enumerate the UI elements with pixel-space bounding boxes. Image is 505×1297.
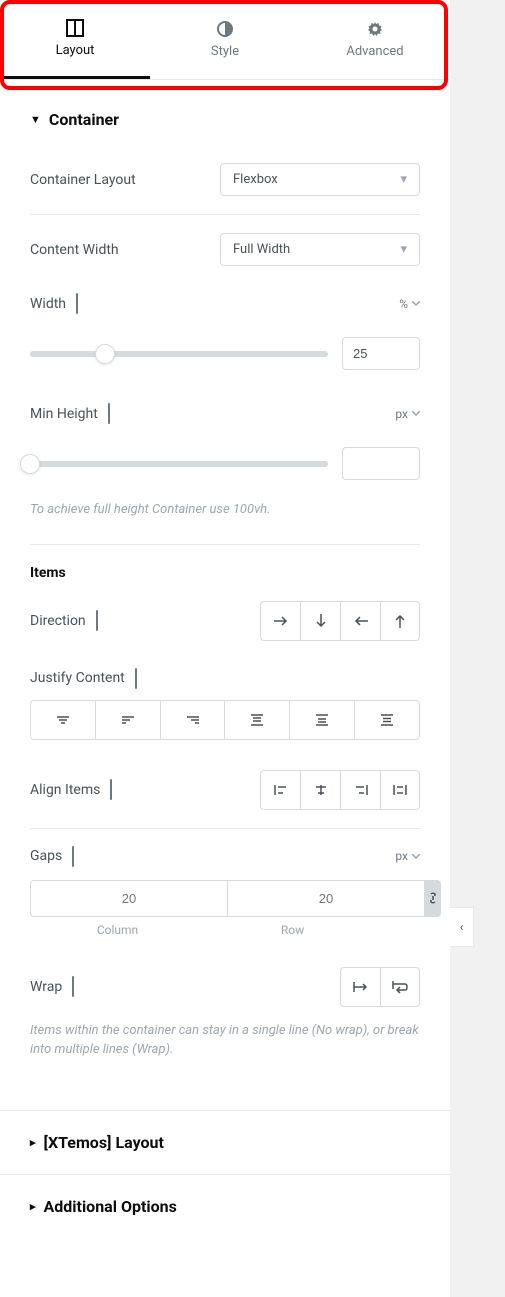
wrap-hint: Items within the container can stay in a… [30, 1021, 420, 1080]
align-items-label: Align Items [30, 782, 100, 798]
wrap-label: Wrap [30, 979, 62, 995]
gap-row-label: Row [205, 923, 380, 937]
select-value: Flexbox [233, 172, 278, 187]
wrap-button[interactable] [380, 967, 420, 1007]
width-unit-selector[interactable]: % [399, 297, 420, 311]
slider-thumb[interactable] [20, 454, 40, 474]
content-width-label: Content Width [30, 242, 119, 258]
divider [30, 214, 420, 215]
device-icon[interactable] [110, 780, 112, 799]
justify-content-buttons [30, 700, 420, 740]
device-icon[interactable] [108, 404, 110, 423]
caret-down-icon: ▾ [400, 242, 407, 257]
content-width-select[interactable]: Full Width ▾ [220, 233, 420, 266]
direction-column-button[interactable] [300, 601, 340, 641]
section-xtemos-layout[interactable]: ▸ [XTemos] Layout [0, 1110, 450, 1174]
direction-label: Direction [30, 613, 86, 629]
gap-column-label: Column [30, 923, 205, 937]
direction-buttons [260, 601, 420, 641]
unit-value: px [395, 407, 408, 421]
chevron-right-icon: ▸ [30, 1136, 36, 1149]
min-height-input[interactable] [342, 447, 420, 480]
caret-down-icon: ▾ [400, 172, 407, 187]
align-end-button[interactable] [340, 770, 380, 810]
gap-row-input[interactable] [227, 880, 425, 917]
width-slider[interactable] [30, 351, 328, 357]
unit-value: px [395, 849, 408, 863]
device-icon[interactable] [72, 847, 74, 866]
layout-icon [66, 19, 84, 37]
tab-advanced[interactable]: Advanced [300, 0, 450, 79]
divider [30, 544, 420, 545]
justify-start-button[interactable] [30, 700, 95, 740]
container-layout-select[interactable]: Flexbox ▾ [220, 163, 420, 196]
chevron-left-icon: ‹ [460, 920, 464, 934]
gaps-label: Gaps [30, 848, 62, 864]
gaps-unit-selector[interactable]: px [395, 849, 420, 863]
gap-link-button[interactable] [425, 880, 441, 917]
panel-tabs: Layout Style Advanced [0, 0, 450, 80]
min-height-unit-selector[interactable]: px [395, 407, 420, 421]
tab-label: Layout [56, 43, 95, 58]
direction-column-reverse-button[interactable] [380, 601, 420, 641]
select-value: Full Width [233, 242, 290, 257]
nowrap-button[interactable] [340, 967, 380, 1007]
align-items-buttons [260, 770, 420, 810]
unit-value: % [399, 297, 408, 311]
chevron-down-icon: ▼ [30, 113, 41, 126]
style-icon [216, 20, 234, 38]
device-icon[interactable] [76, 294, 78, 313]
width-input[interactable] [342, 337, 420, 370]
divider [30, 828, 420, 829]
justify-end-button[interactable] [160, 700, 225, 740]
direction-row-reverse-button[interactable] [340, 601, 380, 641]
min-height-slider[interactable] [30, 461, 328, 467]
panel-toggle-button[interactable]: ‹ [450, 907, 474, 947]
tab-label: Advanced [346, 44, 403, 59]
min-height-hint: To achieve full height Container use 100… [30, 500, 420, 540]
container-layout-label: Container Layout [30, 172, 136, 188]
align-stretch-button[interactable] [380, 770, 420, 810]
device-icon[interactable] [72, 977, 74, 996]
min-height-label: Min Height [30, 406, 98, 422]
direction-row-button[interactable] [260, 601, 300, 641]
slider-thumb[interactable] [95, 344, 115, 364]
chevron-right-icon: ▸ [30, 1200, 36, 1213]
section-title-text: [XTemos] Layout [44, 1133, 164, 1152]
device-icon[interactable] [135, 669, 137, 688]
width-label: Width [30, 296, 66, 312]
section-title-text: Container [49, 110, 119, 129]
tab-style[interactable]: Style [150, 0, 300, 79]
wrap-buttons [340, 967, 420, 1007]
justify-space-around-button[interactable] [289, 700, 354, 740]
device-icon[interactable] [96, 611, 98, 630]
items-heading: Items [30, 549, 420, 587]
link-icon [426, 891, 440, 905]
justify-space-evenly-button[interactable] [354, 700, 420, 740]
section-container[interactable]: ▼ Container [30, 80, 420, 149]
align-start-button[interactable] [260, 770, 300, 810]
gear-icon [366, 20, 384, 38]
justify-center-button[interactable] [95, 700, 160, 740]
tab-label: Style [211, 44, 239, 59]
justify-space-between-button[interactable] [224, 700, 289, 740]
section-additional-options[interactable]: ▸ Additional Options [0, 1174, 450, 1238]
tab-layout[interactable]: Layout [0, 0, 150, 79]
section-title-text: Additional Options [44, 1197, 177, 1216]
justify-content-label: Justify Content [30, 670, 125, 686]
gap-column-input[interactable] [30, 880, 227, 917]
align-center-button[interactable] [300, 770, 340, 810]
